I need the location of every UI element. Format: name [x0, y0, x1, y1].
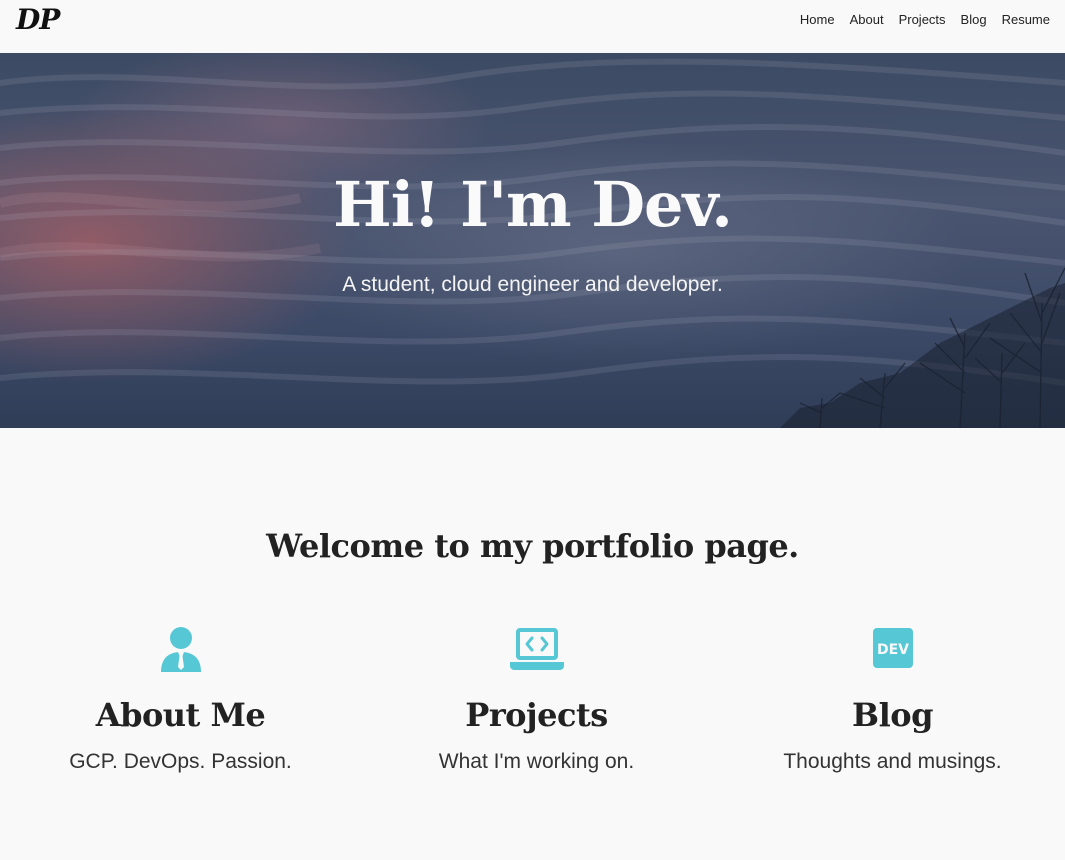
logo[interactable]: DP: [16, 3, 60, 36]
nav-link-home[interactable]: Home: [800, 12, 835, 27]
feature-blog[interactable]: DEV Blog Thoughts and musings.: [715, 620, 1065, 774]
feature-desc-blog: Thoughts and musings.: [783, 750, 1002, 773]
nav-link-resume[interactable]: Resume: [1002, 12, 1050, 27]
laptop-code-icon: [509, 628, 564, 670]
nav-link-blog[interactable]: Blog: [961, 12, 987, 27]
features-section: About Me GCP. DevOps. Passion. Projects …: [0, 620, 1065, 800]
nav-link-about[interactable]: About: [850, 12, 884, 27]
feature-title-blog: Blog: [852, 696, 933, 734]
dev-icon-text: DEV: [876, 642, 908, 658]
dev-icon: DEV: [872, 628, 913, 668]
nav-link-projects[interactable]: Projects: [899, 12, 946, 27]
feature-desc-about: GCP. DevOps. Passion.: [69, 750, 292, 773]
navbar: DP Home About Projects Blog Resume: [0, 0, 1065, 53]
feature-title-about: About Me: [95, 696, 266, 734]
hero-subtitle: A student, cloud engineer and developer.: [342, 273, 723, 296]
hero-title: Hi! I'm Dev.: [333, 168, 733, 241]
hero-banner: Hi! I'm Dev. A student, cloud engineer a…: [0, 53, 1065, 428]
user-tie-icon: [160, 627, 201, 672]
welcome-heading: Welcome to my portfolio page.: [266, 526, 799, 565]
feature-desc-projects: What I'm working on.: [438, 750, 635, 773]
feature-title-projects: Projects: [465, 696, 608, 734]
feature-projects[interactable]: Projects What I'm working on.: [359, 620, 714, 774]
nav-links: Home About Projects Blog Resume: [785, 12, 1050, 27]
feature-about[interactable]: About Me GCP. DevOps. Passion.: [3, 620, 358, 774]
